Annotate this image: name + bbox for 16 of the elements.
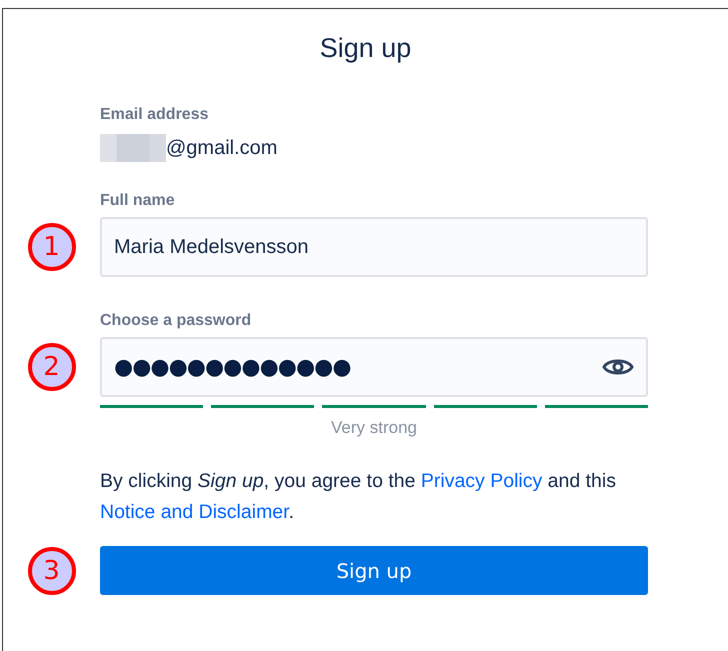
full-name-field[interactable]: Maria Medelsvensson (100, 217, 648, 277)
field-label: Email address (100, 106, 210, 124)
strength-label: Very strong (330, 418, 418, 438)
step-marker: 1 (28, 223, 76, 271)
email-value: @gmail.com (166, 136, 278, 160)
field-label: Choose a password (100, 312, 252, 330)
password-field[interactable]: ●●●●●●●●●●●●● (100, 337, 648, 397)
sign-up-button[interactable]: Sign up (100, 546, 648, 595)
policy-link[interactable]: Notice and Disclaimer (100, 501, 289, 523)
policy-link[interactable]: Privacy Policy (420, 470, 542, 492)
step-marker: 3 (28, 546, 76, 594)
field-label: Full name (100, 192, 176, 210)
step-marker: 2 (28, 343, 76, 391)
password-value: ●●●●●●●●●●●●● (114, 354, 352, 380)
consent-text: By clicking Sign up, you agree to the Privacy Policy and this Notice and Disclaimer. (100, 469, 617, 525)
page-title: Sign up (318, 32, 412, 65)
